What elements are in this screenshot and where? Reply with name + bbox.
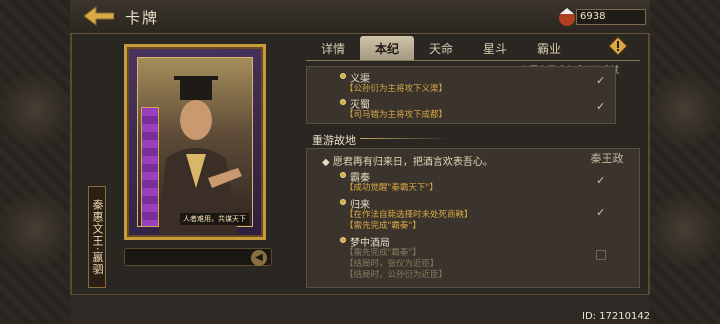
achievement-dot xyxy=(340,237,346,243)
achievement-desc: 【结局时，公孙衍为近臣】 xyxy=(345,270,448,280)
seal-stamp: 秦王政 xyxy=(590,152,624,165)
achievement-desc: 【成功觉醒"秦霸天下"】 xyxy=(345,183,438,193)
feather-currency-icon xyxy=(559,8,575,26)
checkmark-icon: ✓ xyxy=(596,100,606,113)
player-id: ID: 17210142 xyxy=(582,311,651,322)
tab-hegemony[interactable]: 霸业 xyxy=(522,36,576,60)
tab-annals[interactable]: 本纪 xyxy=(360,36,414,60)
right-dragon-decoration xyxy=(650,0,720,324)
quote-text: 愿君再有归来日，把酒言欢表吾心。 xyxy=(332,157,493,168)
card-caption: 人者难用，共谋天下 xyxy=(180,213,249,225)
achievement-dot xyxy=(340,172,346,178)
currency-value: 6938 xyxy=(576,9,646,25)
bottom-bar xyxy=(70,294,650,324)
tab-destiny[interactable]: 天命 xyxy=(414,36,468,60)
warning-icon[interactable] xyxy=(608,36,628,56)
section-title: 重游故地 xyxy=(312,134,356,147)
left-dragon-decoration xyxy=(0,0,70,324)
achievement-desc: 【公孙衍为主将攻下义渠】 xyxy=(345,84,448,94)
section-divider xyxy=(360,138,450,139)
card-scroll-ornament xyxy=(141,107,159,227)
tab-bar: 详情 本纪 天命 星斗 霸业 xyxy=(306,36,640,60)
checkmark-icon: ✓ xyxy=(596,74,606,87)
achievement-dot xyxy=(340,99,346,105)
currency-display: 6938 xyxy=(556,6,646,28)
achievement-desc: 【需先完成"霸秦"】 xyxy=(345,221,421,231)
page-title: 卡牌 xyxy=(125,9,160,27)
tab-stars[interactable]: 星斗 xyxy=(468,36,522,60)
section-quote: ◆ 愿君再有归来日，把酒言欢表吾心。 xyxy=(322,157,493,168)
achievement-dot xyxy=(340,199,346,205)
checkmark-icon: ✓ xyxy=(596,206,606,219)
voice-bar[interactable]: ◀ xyxy=(124,248,272,266)
tab-divider xyxy=(306,60,640,61)
character-name-tag: 秦惠文王·嬴驷 xyxy=(88,186,106,288)
checkmark-icon: ✓ xyxy=(596,174,606,187)
achievement-desc: 【司马错为主将攻下成都】 xyxy=(345,110,448,120)
tab-details[interactable]: 详情 xyxy=(306,36,360,60)
speaker-icon[interactable]: ◀ xyxy=(251,250,267,266)
character-card[interactable]: 人者难用，共谋天下 xyxy=(124,44,266,240)
achievement-dot xyxy=(340,73,346,79)
empty-checkbox xyxy=(596,250,606,260)
back-arrow-icon[interactable] xyxy=(84,6,114,26)
